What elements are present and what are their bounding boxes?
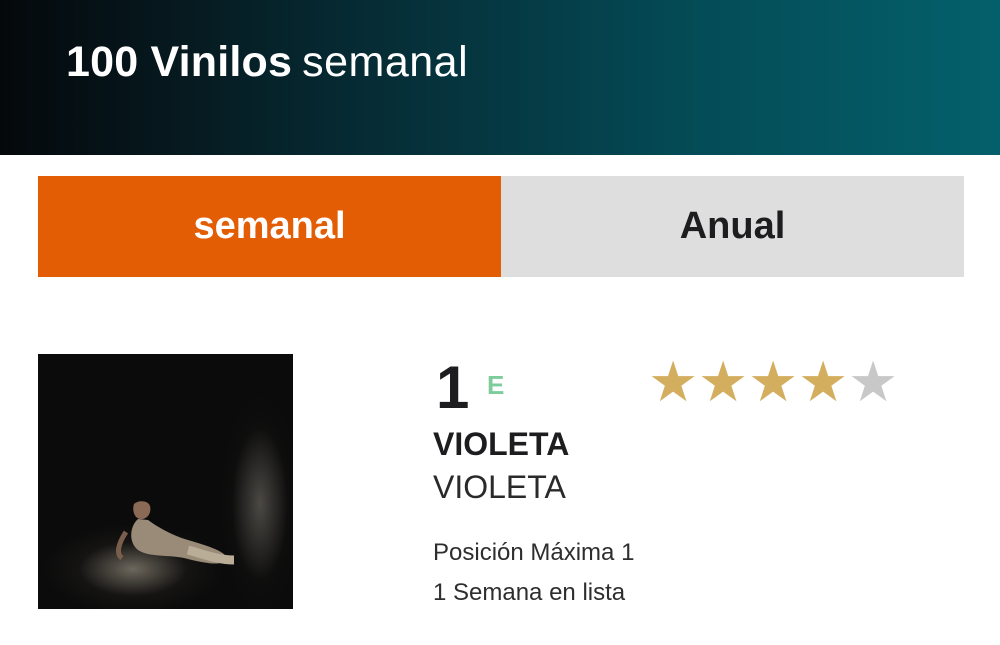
tab-anual[interactable]: Anual [501,176,964,277]
header-banner: 100 Vinilos semanal [0,0,1000,155]
album-cover-image[interactable] [38,354,293,609]
star-empty-icon: ★ [848,350,899,413]
peak-position: Posición Máxima 1 [433,539,635,566]
album-title[interactable]: VIOLETA [433,467,566,507]
artist-name[interactable]: VIOLETA [433,424,569,464]
rating-stars: ★ ★ ★ ★ ★ [648,350,899,413]
period-tabs: semanal Anual [38,176,964,277]
album-cover-figure [116,501,235,565]
new-entry-badge: E [487,370,505,400]
star-icon: ★ [798,350,849,413]
star-icon: ★ [698,350,749,413]
page-title-main: 100 Vinilos [66,38,293,86]
page-title: 100 Vinilos semanal [66,36,468,88]
star-icon: ★ [748,350,799,413]
tab-semanal[interactable]: semanal [38,176,501,277]
page-title-period: semanal [302,38,469,86]
chart-position: 1 [436,354,470,421]
star-icon: ★ [648,350,699,413]
weeks-on-chart: 1 Semana en lista [433,579,626,606]
